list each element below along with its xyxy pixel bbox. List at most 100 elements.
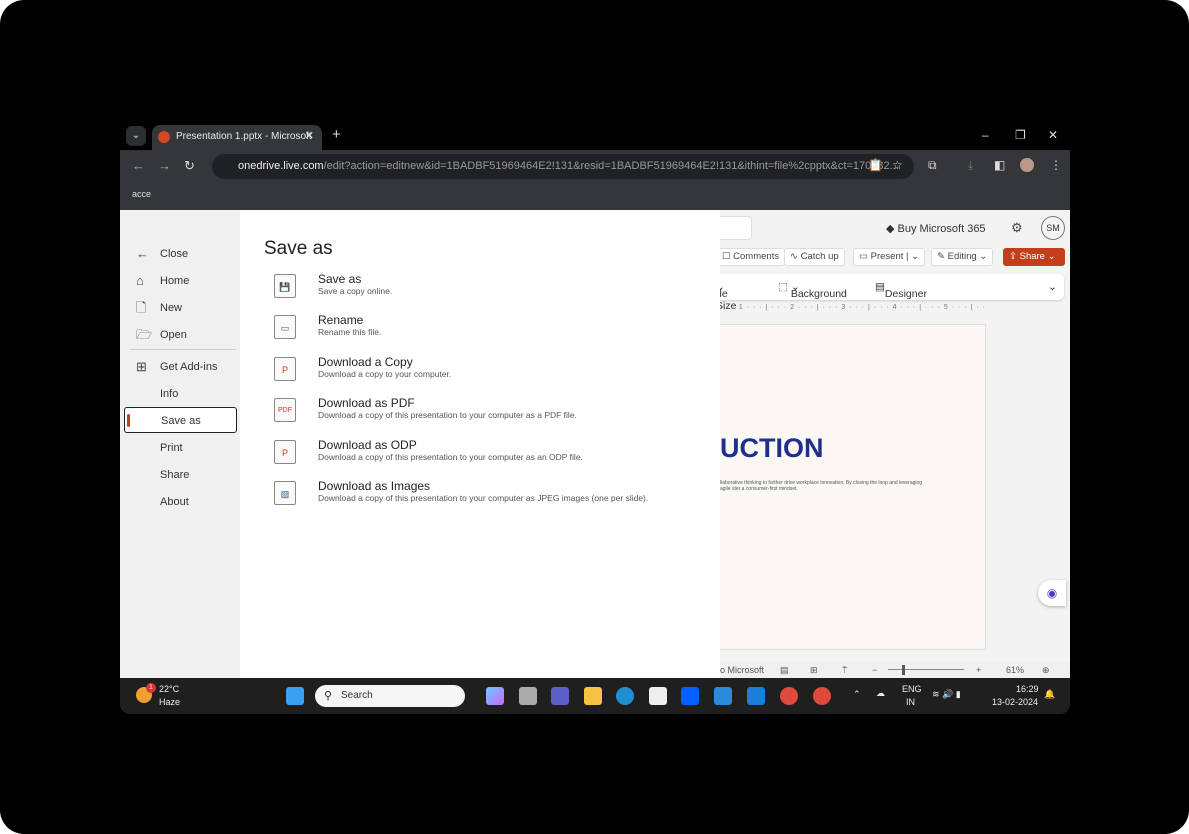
profile-avatar[interactable]	[1020, 158, 1034, 172]
nav-home[interactable]: ⌂ Home	[124, 268, 237, 294]
clock-date[interactable]: 13-02-2024	[992, 697, 1038, 707]
slide-canvas[interactable]: UCTION llaborative thinking to further d…	[720, 324, 986, 650]
sidepanel-icon[interactable]: ◧	[994, 158, 1005, 172]
chrome-active-icon[interactable]	[813, 687, 831, 705]
search-icon: ⚲	[324, 690, 333, 702]
notification-icon[interactable]: 🔔	[1044, 689, 1055, 700]
search-box[interactable]	[720, 216, 752, 240]
forward-icon[interactable]: →	[158, 158, 171, 173]
zoom-slider[interactable]	[888, 669, 964, 670]
nav-print[interactable]: Print	[124, 435, 237, 461]
option-title: Rename	[318, 313, 364, 327]
nav-close[interactable]: ← Close	[124, 241, 237, 267]
option-download-pdf[interactable]: PDF Download as PDF Download a copy of thi…	[270, 396, 710, 432]
zoom-slider-thumb[interactable]	[902, 665, 905, 675]
normal-view-icon[interactable]: ▤	[780, 662, 789, 678]
nav-label: Save as	[161, 415, 201, 427]
dropbox-icon[interactable]	[681, 687, 699, 705]
share-label: Share	[1019, 251, 1045, 262]
present-button[interactable]: ▭ Present | ⌄	[853, 248, 926, 266]
background-button[interactable]: ⬚ Background ⌄	[778, 281, 847, 300]
zoom-out-icon[interactable]: −	[872, 662, 877, 678]
ruler: · · · 1 · · · | · · · 2 · · · | · · · 3 …	[720, 304, 988, 311]
file-explorer-icon[interactable]	[584, 687, 602, 705]
editing-button[interactable]: ✎ Editing ⌄	[931, 248, 994, 266]
tray-chevron-icon[interactable]: ⌃	[853, 689, 861, 700]
comments-button[interactable]: ☐ Comments	[716, 248, 786, 266]
avatar[interactable]: SM	[1041, 216, 1065, 240]
address-bar[interactable]: onedrive.live.com/edit?action=editnew&id…	[212, 154, 914, 179]
cloud-icon[interactable]: ☁	[876, 688, 885, 699]
start-icon[interactable]	[286, 687, 304, 705]
teams-icon[interactable]	[551, 687, 569, 705]
restore-button[interactable]: ❐	[1015, 128, 1026, 142]
minimize-button[interactable]: –	[982, 128, 989, 142]
back-icon[interactable]: ←	[132, 158, 145, 173]
download-icon[interactable]: ⤓	[968, 158, 973, 173]
option-title: Download as Images	[318, 479, 431, 493]
presenter-icon[interactable]: ⍑	[842, 662, 847, 678]
designer-label: Designer	[884, 288, 927, 300]
pptx-file-icon: P	[274, 357, 296, 381]
nav-info[interactable]: Info	[124, 381, 237, 407]
taskbar-search[interactable]: ⚲ Search	[315, 685, 465, 707]
edge-icon[interactable]	[616, 687, 634, 705]
option-save-as[interactable]: 💾 Save as Save a copy online.	[270, 272, 710, 308]
close-window-button[interactable]: ✕	[1048, 128, 1058, 142]
chrome-icon[interactable]	[780, 687, 798, 705]
nav-share[interactable]: Share	[124, 462, 237, 488]
bookmark-item[interactable]: acce	[132, 189, 151, 199]
designer-button[interactable]: ▤ Designer	[875, 281, 927, 300]
mail-icon[interactable]	[747, 687, 765, 705]
browser-toolbar: ← → ↻ onedrive.live.com/edit?action=edit…	[120, 150, 1070, 182]
option-download-images[interactable]: ▨ Download as Images Download a copy of th…	[270, 479, 710, 515]
extensions-icon[interactable]: ⧉	[928, 158, 937, 173]
new-tab-button[interactable]: +	[332, 126, 341, 143]
nav-label: New	[160, 302, 183, 314]
copilot-icon[interactable]: ◉	[1038, 580, 1066, 606]
nav-label: Print	[160, 442, 183, 454]
option-rename[interactable]: ▭ Rename Rename this file.	[270, 313, 710, 349]
catchup-button[interactable]: ∿ Catch up	[784, 248, 845, 266]
option-download-copy[interactable]: P Download a Copy Download a copy to your …	[270, 355, 710, 391]
clipboard-icon[interactable]: 📋	[868, 158, 883, 172]
language[interactable]: ENG	[902, 684, 922, 694]
status-text: o Microsoft	[720, 665, 765, 675]
tab-presentation[interactable]: Presentation 1.pptx - Microsoft ✕	[152, 125, 322, 150]
task-view-icon[interactable]	[519, 687, 537, 705]
slide-sorter-icon[interactable]: ⊞	[810, 662, 818, 678]
menu-icon[interactable]: ⋮	[1050, 158, 1062, 172]
ribbon-expand-icon[interactable]: ⌄	[1048, 281, 1057, 293]
slide-text: llaborative thinking to further drive wo…	[720, 480, 923, 492]
nav-about[interactable]: About	[124, 489, 237, 515]
rename-icon: ▭	[274, 315, 296, 339]
app-icon[interactable]	[714, 687, 732, 705]
folder-icon: 🗁	[136, 327, 153, 342]
fit-slide-icon[interactable]: ⊕	[1042, 662, 1050, 678]
wifi-volume-battery-icon[interactable]: ≋ 🔊 ▮	[932, 689, 961, 700]
clock-time[interactable]: 16:29	[1016, 684, 1039, 694]
settings-icon[interactable]: ⚙	[1011, 220, 1023, 236]
store-icon[interactable]	[649, 687, 667, 705]
url-path: /edit?action=editnew&id=1BADBF51969464E2…	[323, 160, 899, 172]
zoom-in-icon[interactable]: +	[976, 662, 981, 678]
buy-label: Buy Microsoft 365	[897, 223, 986, 235]
nav-get-addins[interactable]: ⊞ Get Add-ins	[124, 354, 237, 380]
close-tab-icon[interactable]: ✕	[305, 125, 314, 148]
page-title: Save as	[264, 238, 333, 259]
nav-open[interactable]: 🗁 Open	[124, 322, 237, 348]
addins-icon: ⊞	[136, 359, 147, 374]
nav-new[interactable]: 🗋 New	[124, 295, 237, 321]
share-button[interactable]: ⇪ Share ⌄	[1003, 248, 1065, 266]
option-download-odp[interactable]: P Download as ODP Download a copy of this …	[270, 438, 710, 474]
option-title: Download as ODP	[318, 438, 417, 452]
tab-search-button[interactable]: ⌄	[126, 126, 146, 146]
copilot-taskbar-icon[interactable]	[486, 687, 504, 705]
nav-save-as[interactable]: Save as	[124, 407, 237, 433]
option-desc: Download a copy of this presentation to …	[318, 410, 577, 420]
page-content: ◆ Buy Microsoft 365 ⚙ SM ☐ Comments ∿ Ca…	[120, 210, 1070, 678]
star-icon[interactable]: ☆	[892, 158, 903, 172]
pdf-file-icon: PDF	[274, 398, 296, 422]
reload-icon[interactable]: ↻	[184, 158, 195, 174]
buy-m365-link[interactable]: ◆ Buy Microsoft 365	[886, 222, 986, 235]
